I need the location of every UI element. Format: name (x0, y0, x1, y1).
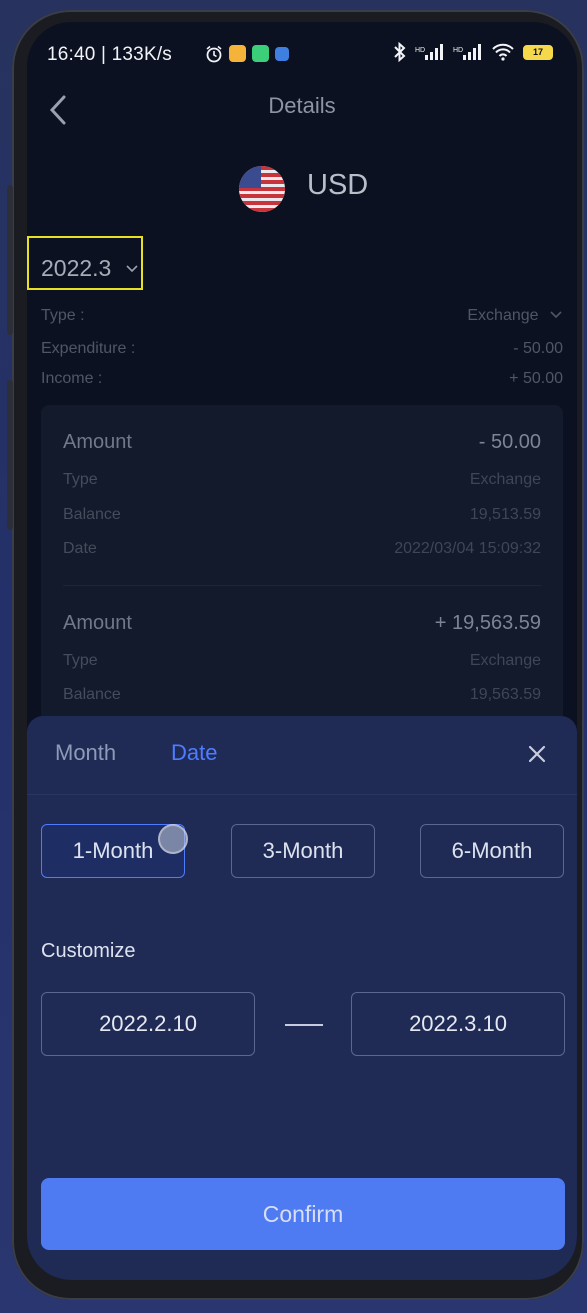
transaction-amount-label: Amount (63, 431, 132, 453)
currency-header: USD (27, 162, 577, 212)
summary-type-row: Type : Exchange (41, 307, 563, 325)
end-date-field[interactable]: 2022.3.10 (351, 992, 565, 1056)
signal-icon: HD (415, 44, 443, 60)
status-right: HD HD 17 (393, 42, 553, 62)
chevron-down-icon[interactable] (125, 264, 139, 274)
app-screen: 16:40 | 133K/s HD HD 17 Details USD 2022… (27, 22, 577, 1280)
transaction-balance: 19,563.59 (469, 686, 541, 703)
transaction-amount-label: Amount (63, 612, 132, 634)
summary-type-filter[interactable]: Exchange (467, 307, 563, 325)
transaction-balance-label: Balance (63, 506, 121, 523)
summary-type-label: Type : (41, 307, 85, 324)
wifi-icon (492, 43, 514, 61)
alarm-icon (206, 45, 222, 63)
notification-app-icon (252, 45, 269, 62)
currency-code: USD (307, 169, 369, 201)
transaction-list: Amount - 50.00 Type Exchange Balance 19,… (41, 405, 563, 745)
date-filter-sheet: Month Date 1-Month 3-Month 6-Month Custo… (27, 716, 577, 1280)
us-flag-icon (239, 166, 285, 212)
start-date-field[interactable]: 2022.2.10 (41, 992, 255, 1056)
svg-text:HD: HD (453, 47, 463, 54)
phone-side-button (7, 185, 13, 335)
transaction-balance: 19,513.59 (469, 506, 541, 523)
svg-text:HD: HD (415, 47, 425, 54)
month-selector-value[interactable]: 2022.3 (41, 255, 111, 282)
touch-indicator (158, 824, 188, 854)
signal-icon: HD (453, 44, 481, 60)
notification-app-icon (275, 47, 289, 61)
chevron-down-icon (550, 311, 562, 319)
transaction-type-label: Type (63, 471, 98, 488)
date-range-separator (285, 1024, 323, 1026)
transaction-date-label: Date (63, 540, 97, 557)
summary-expenditure-row: Expenditure : - 50.00 (41, 340, 563, 358)
tab-month[interactable]: Month (55, 740, 116, 766)
customize-label: Customize (41, 940, 136, 962)
confirm-button[interactable]: Confirm (41, 1178, 565, 1250)
transaction-type: Exchange (469, 471, 541, 488)
transaction-amount: - 50.00 (478, 431, 541, 453)
summary-income-label: Income : (41, 370, 103, 387)
status-bar: 16:40 | 133K/s HD HD 17 (27, 22, 577, 78)
transaction-type-label: Type (63, 652, 98, 669)
tab-date[interactable]: Date (171, 740, 217, 766)
notification-app-icon (229, 45, 246, 62)
status-time: 16:40 | 133K/s (47, 44, 172, 65)
summary-type-value: Exchange (467, 307, 539, 324)
range-3-month-button[interactable]: 3-Month (231, 824, 375, 878)
transaction-amount: + 19,563.59 (434, 612, 541, 634)
summary-income-row: Income : + 50.00 (41, 370, 563, 388)
battery-icon: 17 (523, 44, 553, 60)
phone-side-button (7, 380, 13, 530)
bluetooth-icon (394, 42, 406, 62)
status-app-icons (205, 45, 289, 63)
summary-income-value: + 50.00 (509, 370, 563, 387)
summary-expenditure-value: - 50.00 (513, 340, 563, 357)
transaction-balance-label: Balance (63, 686, 121, 703)
transaction-date: 2022/03/04 15:09:32 (394, 540, 541, 557)
range-6-month-button[interactable]: 6-Month (420, 824, 564, 878)
page-title: Details (268, 93, 336, 118)
summary-expenditure-label: Expenditure : (41, 340, 136, 357)
sheet-tabs: Month Date (27, 716, 577, 795)
close-icon[interactable] (525, 742, 549, 766)
transaction-type: Exchange (469, 652, 541, 669)
divider (63, 585, 541, 586)
